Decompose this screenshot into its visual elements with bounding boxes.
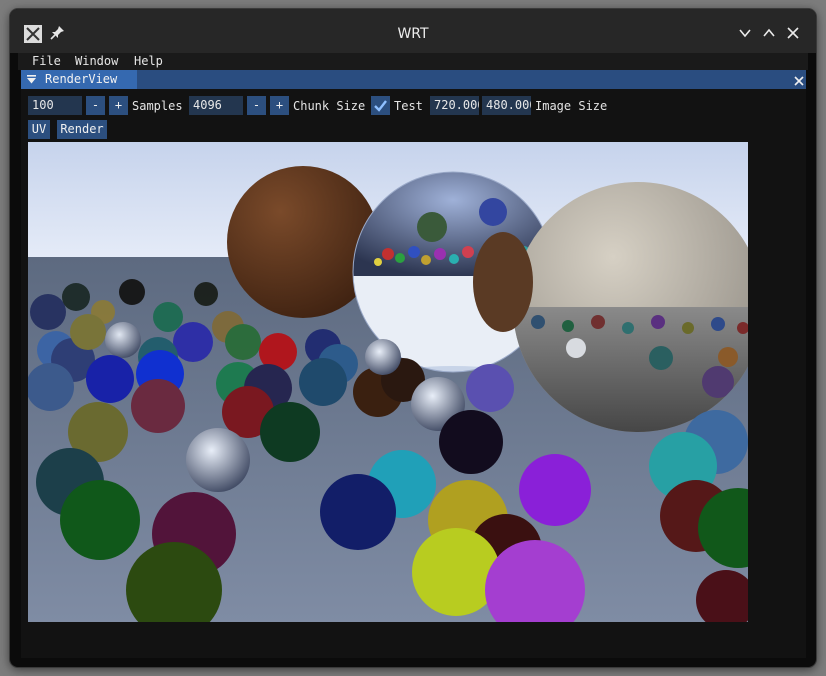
tab-renderview[interactable]: RenderView bbox=[21, 70, 137, 89]
samples-input[interactable]: 100 bbox=[28, 96, 82, 115]
samples-decrement-button[interactable]: - bbox=[86, 96, 105, 115]
menu-window[interactable]: Window bbox=[75, 54, 118, 68]
image-height-input[interactable]: 480.000 bbox=[482, 96, 531, 115]
chunk-increment-button[interactable]: + bbox=[270, 96, 289, 115]
image-size-label: Image Size bbox=[535, 99, 608, 113]
chunk-size-label: Chunk Size bbox=[293, 99, 366, 113]
tab-renderview-label: RenderView bbox=[45, 72, 118, 86]
samples-label: Samples bbox=[132, 99, 183, 113]
test-checkbox[interactable] bbox=[371, 96, 390, 115]
samples-increment-button[interactable]: + bbox=[109, 96, 128, 115]
panel-tab-bar: RenderView bbox=[21, 70, 806, 89]
menu-bar: File Window Help bbox=[18, 53, 808, 70]
checkmark-icon bbox=[374, 100, 387, 112]
collapse-arrow-icon[interactable] bbox=[27, 75, 36, 84]
close-icon[interactable] bbox=[786, 26, 800, 40]
render-button[interactable]: Render bbox=[57, 120, 107, 139]
menu-file[interactable]: File bbox=[32, 54, 61, 68]
window-title: WRT bbox=[397, 26, 429, 42]
menu-help[interactable]: Help bbox=[134, 54, 163, 68]
chunk-decrement-button[interactable]: - bbox=[247, 96, 266, 115]
render-output-image bbox=[28, 142, 748, 622]
image-width-input[interactable]: 720.000 bbox=[430, 96, 479, 115]
minimize-icon[interactable] bbox=[738, 26, 752, 40]
test-label: Test bbox=[394, 99, 423, 113]
uv-button[interactable]: UV bbox=[28, 120, 50, 139]
title-bar[interactable]: WRT bbox=[10, 9, 816, 53]
panel-close-icon[interactable] bbox=[792, 73, 806, 87]
maximize-icon[interactable] bbox=[762, 26, 776, 40]
chunk-size-input[interactable]: 4096 bbox=[189, 96, 243, 115]
